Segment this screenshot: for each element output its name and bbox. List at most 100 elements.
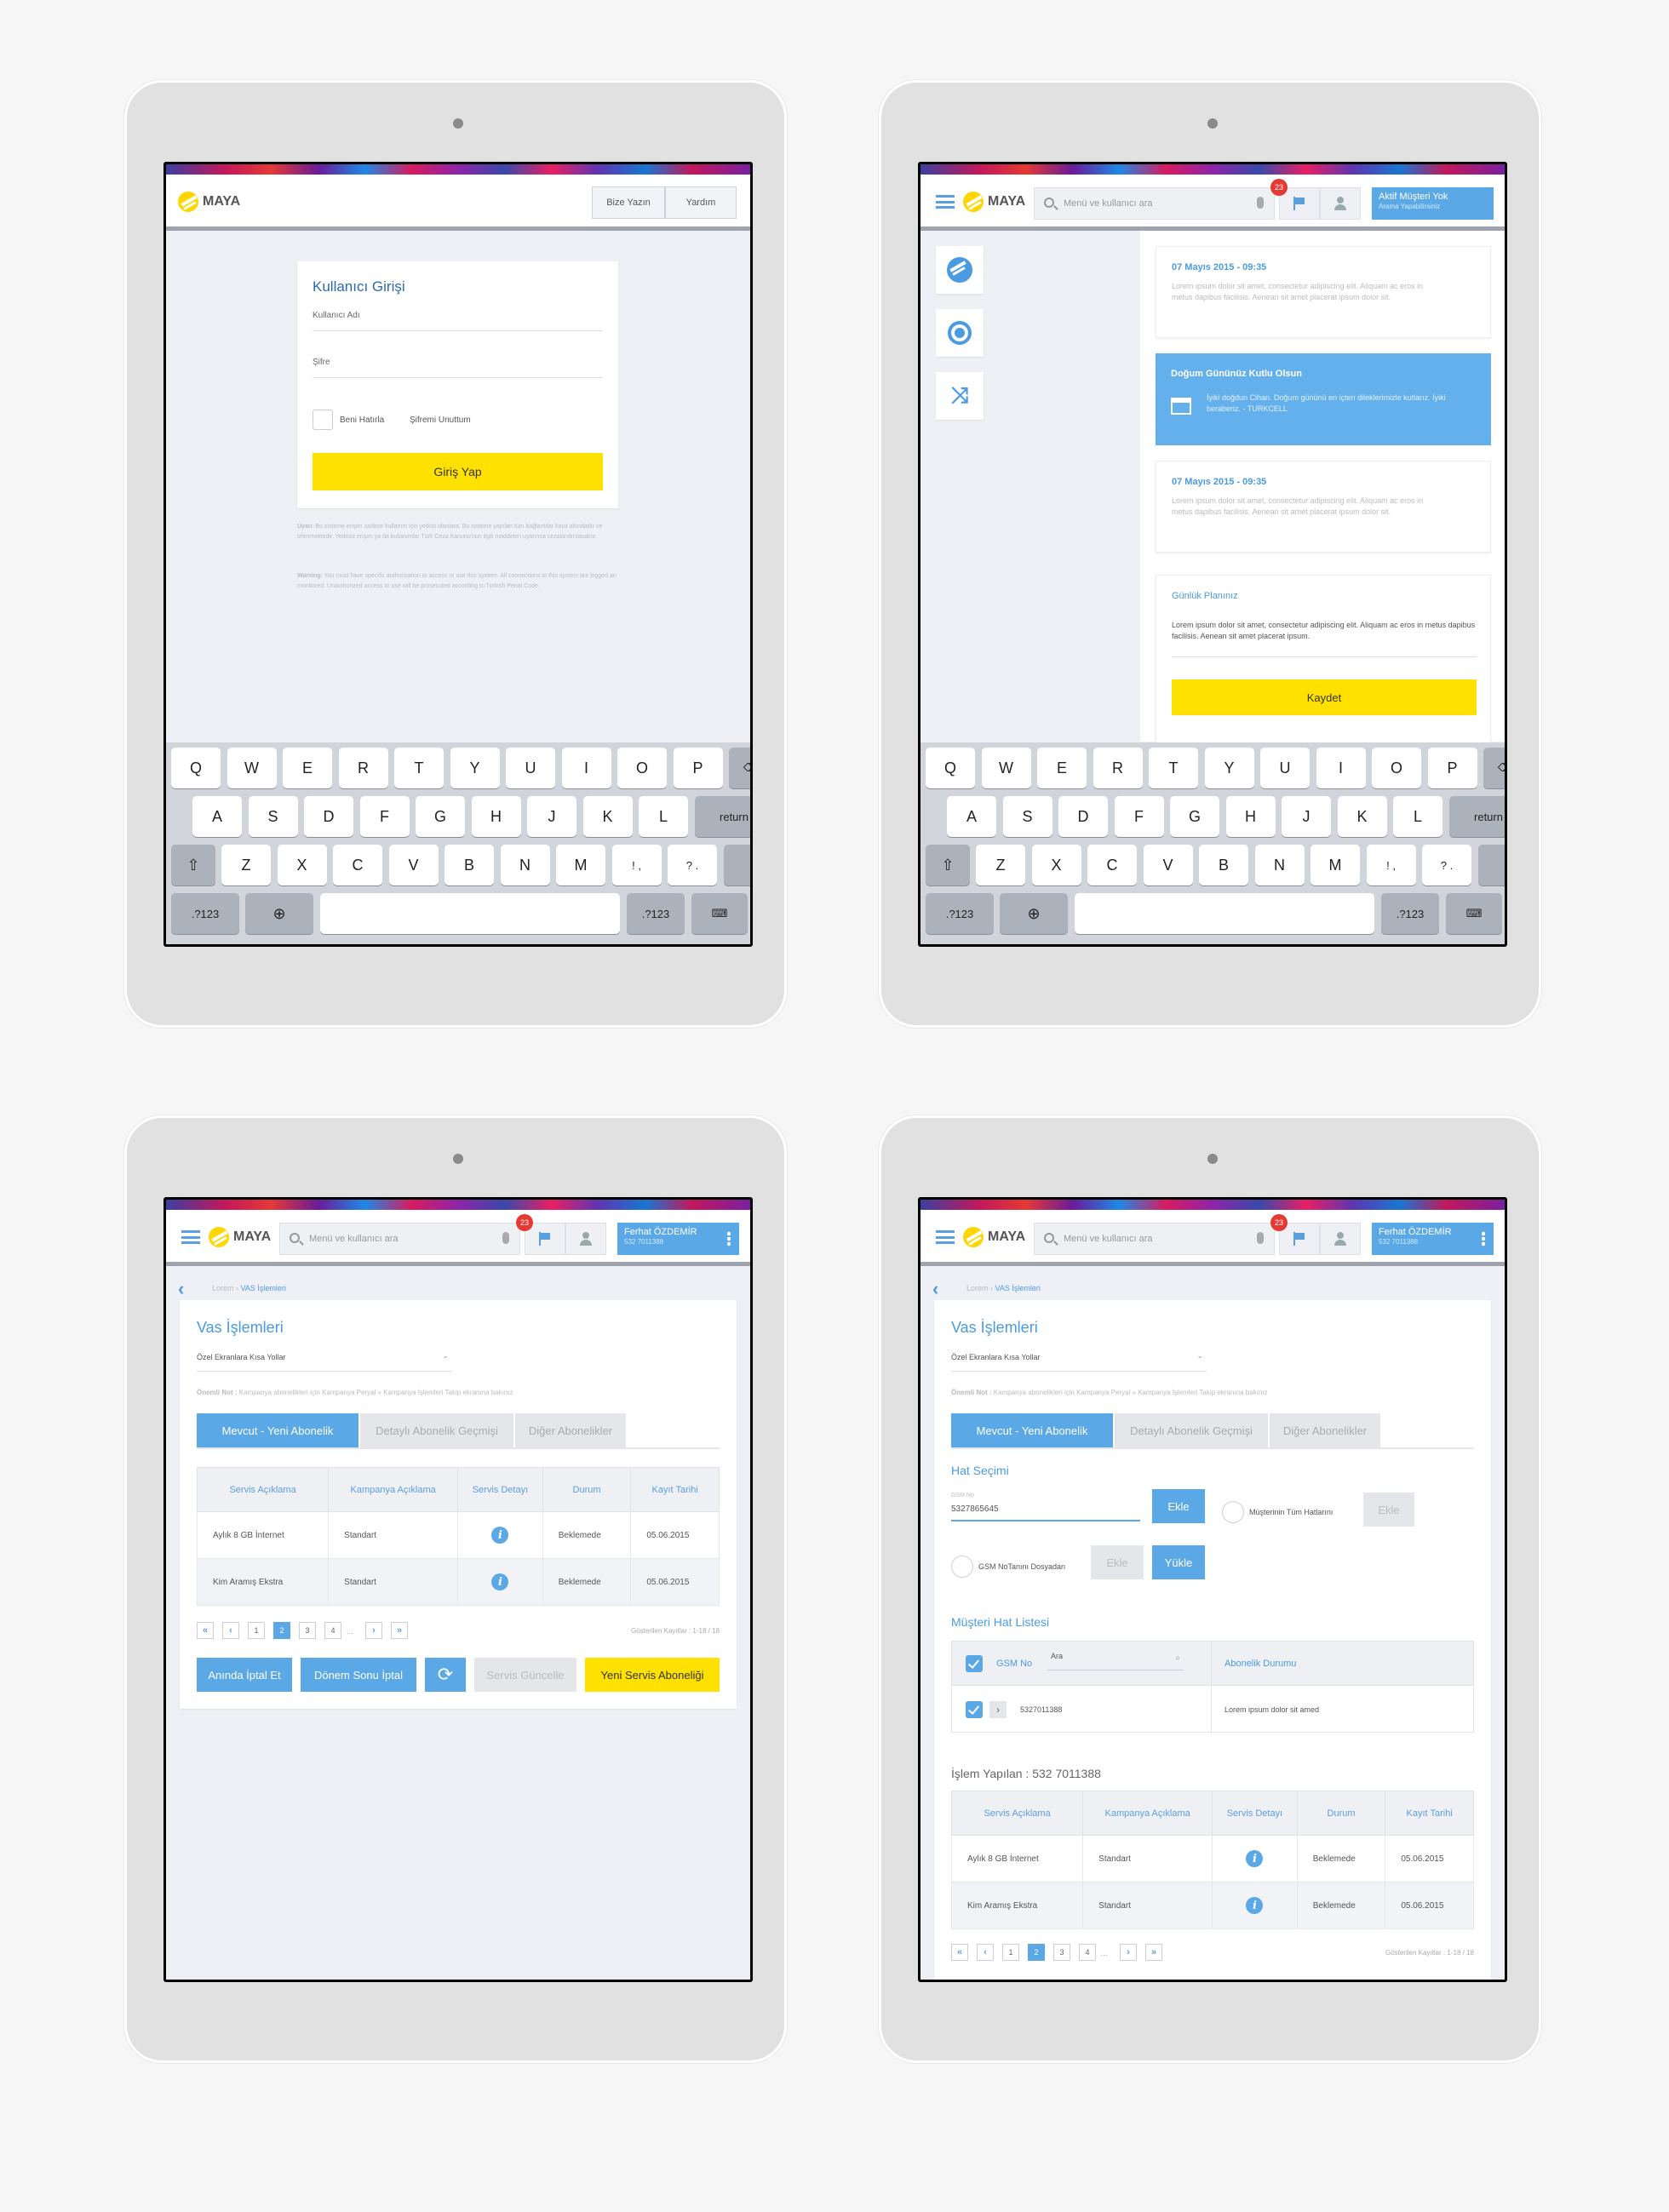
- page-1[interactable]: 1: [248, 1622, 265, 1639]
- col-service[interactable]: Servis Açıklama: [196, 1467, 330, 1512]
- tab-current-subscription[interactable]: Mevcut - Yeni Abonelik: [951, 1413, 1113, 1447]
- key-question-period[interactable]: ? .: [668, 845, 717, 885]
- menu-icon[interactable]: [181, 1230, 200, 1244]
- key-k[interactable]: K: [582, 796, 633, 837]
- table-row[interactable]: Kim Aramış Ekstra Standart i Beklemede 05.06…: [950, 1882, 1474, 1929]
- shortcut-select[interactable]: Özel Ekranlara Kısa Yollar ⌄: [197, 1351, 452, 1372]
- key-e[interactable]: E: [1037, 748, 1087, 788]
- tab-other-subscriptions[interactable]: Diğer Abonelikler: [515, 1413, 626, 1447]
- key-x[interactable]: X: [1031, 845, 1081, 885]
- key-c[interactable]: C: [333, 845, 382, 885]
- shortcut-select[interactable]: Özel Ekranlara Kısa Yollar ⌄: [951, 1351, 1207, 1372]
- hide-keyboard-key[interactable]: ⌨: [1446, 893, 1502, 934]
- row-checkbox[interactable]: [966, 1701, 983, 1718]
- page-4[interactable]: 4: [324, 1622, 341, 1639]
- key-l[interactable]: L: [1393, 796, 1442, 837]
- col-date[interactable]: Kayıt Tarihi: [1385, 1791, 1474, 1836]
- col-status[interactable]: Durum: [1296, 1791, 1386, 1836]
- active-customer-box[interactable]: Aktif Müşteri Yok Arama Yapabilirsiniz: [1372, 187, 1494, 220]
- login-button[interactable]: Giriş Yap: [313, 453, 603, 490]
- expand-icon[interactable]: ›: [989, 1701, 1007, 1718]
- key-o[interactable]: O: [1372, 748, 1421, 788]
- shift-left-key[interactable]: ⇧: [926, 845, 970, 885]
- add-file-button[interactable]: Ekle: [1091, 1545, 1144, 1579]
- key-w[interactable]: W: [981, 748, 1031, 788]
- cancel-now-button[interactable]: Anında İptal Et: [197, 1658, 292, 1692]
- key-e[interactable]: E: [283, 748, 332, 788]
- shift-left-key[interactable]: ⇧: [171, 845, 215, 885]
- info-icon[interactable]: i: [491, 1573, 509, 1590]
- col-status[interactable]: Durum: [542, 1467, 632, 1512]
- menu-icon[interactable]: [936, 1230, 955, 1244]
- password-field[interactable]: Şifre: [313, 358, 603, 378]
- more-icon[interactable]: [1482, 1231, 1485, 1246]
- next-page-icon[interactable]: ›: [365, 1622, 382, 1639]
- numbers-key-right[interactable]: .?123: [1381, 893, 1439, 934]
- key-i[interactable]: I: [1316, 748, 1366, 788]
- add-gsm-button[interactable]: Ekle: [1152, 1489, 1205, 1523]
- back-icon[interactable]: ‹: [932, 1278, 938, 1300]
- key-d[interactable]: D: [304, 796, 353, 837]
- return-key[interactable]: return: [1448, 796, 1505, 837]
- space-key[interactable]: [1075, 893, 1374, 934]
- key-o[interactable]: O: [617, 748, 667, 788]
- username-field[interactable]: Kullanıcı Adı: [313, 311, 603, 331]
- menu-icon[interactable]: [936, 195, 955, 209]
- col-campaign[interactable]: Kampanya Açıklama: [328, 1467, 459, 1512]
- profile-button[interactable]: [1320, 187, 1361, 220]
- tab-subscription-history[interactable]: Detaylı Abonelik Geçmişi: [360, 1413, 513, 1447]
- table-row[interactable]: Aylık 8 GB İnternet Standart i Beklemede 05.…: [950, 1835, 1474, 1882]
- customer-box[interactable]: Ferhat ÖZDEMİR 532 7011388: [1372, 1223, 1494, 1255]
- last-page-icon[interactable]: »: [1145, 1944, 1162, 1961]
- key-a[interactable]: A: [192, 796, 242, 837]
- search-input[interactable]: Menü ve kullanıcı ara: [1034, 187, 1275, 220]
- tab-other-subscriptions[interactable]: Diğer Abonelikler: [1270, 1413, 1380, 1447]
- search-input[interactable]: Menü ve kullanıcı ara: [1034, 1223, 1275, 1255]
- next-page-icon[interactable]: ›: [1120, 1944, 1137, 1961]
- return-key[interactable]: return: [694, 796, 750, 837]
- prev-page-icon[interactable]: ‹: [977, 1944, 994, 1961]
- col-service[interactable]: Servis Açıklama: [950, 1791, 1084, 1836]
- numbers-key-left[interactable]: .?123: [926, 893, 994, 934]
- key-n[interactable]: N: [1254, 845, 1305, 885]
- last-page-icon[interactable]: »: [391, 1622, 408, 1639]
- key-a[interactable]: A: [947, 796, 996, 837]
- page-1[interactable]: 1: [1002, 1944, 1019, 1961]
- tab-subscription-history[interactable]: Detaylı Abonelik Geçmişi: [1115, 1413, 1268, 1447]
- hide-keyboard-key[interactable]: ⌨: [691, 893, 748, 934]
- all-lines-radio[interactable]: [1222, 1501, 1244, 1523]
- key-k[interactable]: K: [1337, 796, 1387, 837]
- help-button[interactable]: Yardım: [665, 186, 737, 219]
- key-b[interactable]: B: [1199, 845, 1248, 885]
- write-us-button[interactable]: Bize Yazın: [592, 186, 665, 219]
- key-r[interactable]: R: [338, 748, 388, 788]
- save-button[interactable]: Kaydet: [1172, 679, 1477, 715]
- key-p[interactable]: P: [673, 748, 723, 788]
- add-all-lines-button[interactable]: Ekle: [1363, 1493, 1414, 1527]
- page-3[interactable]: 3: [299, 1622, 316, 1639]
- table-row[interactable]: Aylık 8 GB İnternet Standart i Beklemede 05.…: [196, 1511, 720, 1559]
- table-row[interactable]: Kim Aramış Ekstra Standart i Beklemede 05.06…: [196, 1558, 720, 1606]
- shift-right-key[interactable]: ⇧: [723, 845, 750, 885]
- profile-button[interactable]: [565, 1223, 606, 1255]
- numbers-key-right[interactable]: .?123: [627, 893, 685, 934]
- info-icon[interactable]: i: [1246, 1850, 1264, 1867]
- remember-checkbox[interactable]: [313, 410, 333, 430]
- key-q[interactable]: Q: [926, 748, 975, 788]
- breadcrumb-item[interactable]: Lorem: [966, 1284, 989, 1292]
- key-u[interactable]: U: [506, 748, 555, 788]
- more-icon[interactable]: [727, 1231, 731, 1246]
- sidebar-app-turkcell[interactable]: [936, 246, 984, 294]
- key-r[interactable]: R: [1093, 748, 1143, 788]
- first-page-icon[interactable]: «: [197, 1622, 214, 1639]
- first-page-icon[interactable]: «: [951, 1944, 968, 1961]
- breadcrumb-item[interactable]: Lorem: [212, 1284, 234, 1292]
- key-f[interactable]: F: [1114, 796, 1164, 837]
- select-all-checkbox[interactable]: [966, 1655, 983, 1672]
- page-2[interactable]: 2: [1028, 1944, 1045, 1961]
- numbers-key-left[interactable]: .?123: [171, 893, 239, 934]
- profile-button[interactable]: [1320, 1223, 1361, 1255]
- sidebar-app-target[interactable]: [936, 309, 984, 357]
- key-g[interactable]: G: [1170, 796, 1219, 837]
- file-radio[interactable]: [951, 1556, 973, 1578]
